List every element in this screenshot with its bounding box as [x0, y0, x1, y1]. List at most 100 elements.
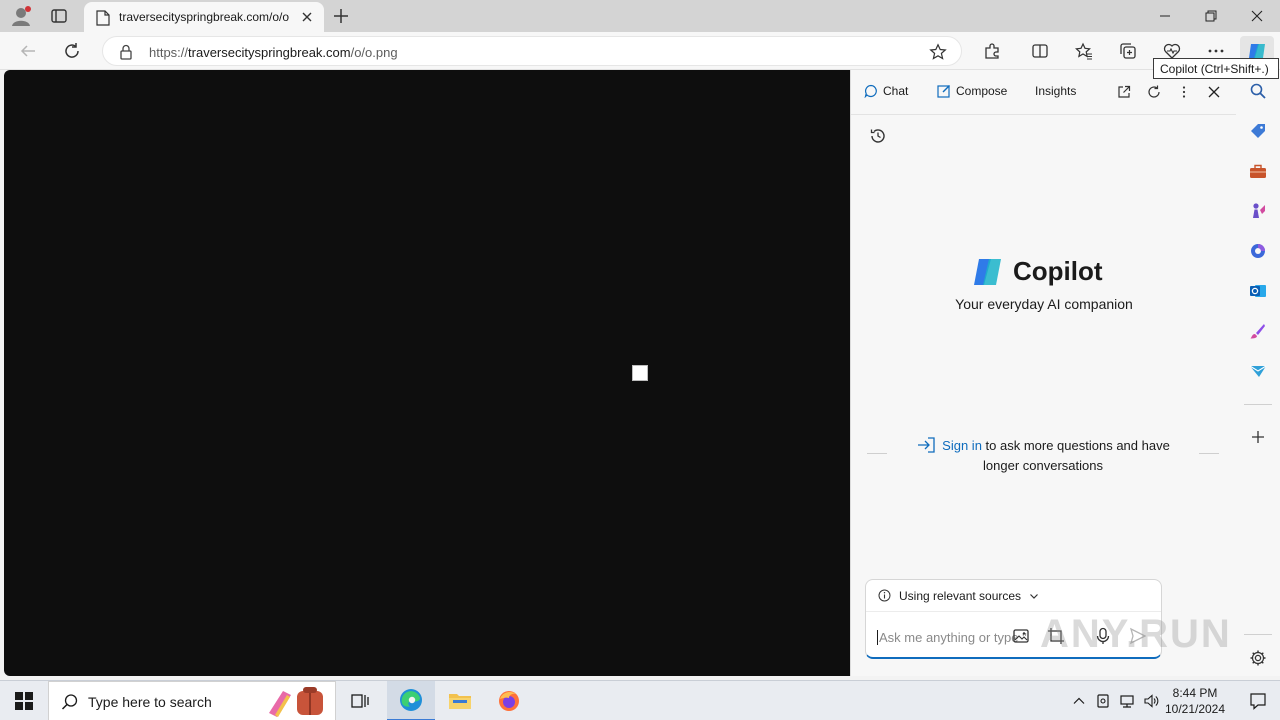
close-icon	[1251, 10, 1263, 22]
sidebar-shopping[interactable]	[1249, 122, 1267, 140]
add-image-button[interactable]	[1012, 626, 1032, 646]
tab-actions-button[interactable]	[50, 7, 68, 25]
collections-button[interactable]	[1118, 41, 1138, 61]
sidebar-microsoft-365[interactable]	[1249, 242, 1267, 260]
task-view-button[interactable]	[336, 681, 384, 720]
chat-bubble-icon	[864, 84, 877, 98]
tab-compose[interactable]: Compose	[937, 84, 1007, 98]
refresh-panel-button[interactable]	[1145, 83, 1163, 101]
sources-label: Using relevant sources	[899, 588, 1022, 603]
sidebar-outlook[interactable]	[1249, 282, 1267, 300]
sources-dropdown[interactable]: Using relevant sources	[866, 580, 1161, 612]
tray-volume[interactable]	[1142, 692, 1160, 710]
tab-title: traversecityspringbreak.com/o/o	[119, 10, 290, 24]
sidebar-games[interactable]	[1249, 202, 1267, 220]
sidebar-settings[interactable]	[1249, 649, 1267, 667]
taskbar-search-box[interactable]: Type here to search	[48, 681, 336, 720]
copilot-tagline: Your everyday AI companion	[955, 296, 1133, 312]
sign-in-link[interactable]: Sign in	[942, 438, 982, 453]
search-highlight-illustration-icon	[269, 687, 323, 717]
image-add-icon	[1013, 629, 1029, 643]
taskbar-edge[interactable]	[387, 681, 435, 720]
broken-image-icon	[632, 365, 648, 381]
refresh-icon	[1148, 85, 1160, 98]
chevron-up-icon	[1073, 697, 1085, 704]
address-bar[interactable]: https://traversecityspringbreak.com/o/o.…	[102, 36, 962, 66]
drop-send-icon	[1249, 365, 1267, 377]
sidebar-add[interactable]	[1249, 428, 1267, 446]
network-icon	[1120, 695, 1134, 708]
lock-icon[interactable]	[119, 44, 133, 60]
favorites-button[interactable]	[1074, 41, 1094, 61]
puzzle-icon	[985, 43, 999, 59]
close-window-button[interactable]	[1234, 0, 1280, 32]
external-link-icon	[1118, 85, 1131, 98]
sidebar-search[interactable]	[1249, 82, 1267, 100]
gear-icon	[1250, 650, 1266, 666]
tray-security[interactable]	[1094, 692, 1112, 710]
close-panel-button[interactable]	[1205, 83, 1223, 101]
favorites-icon	[1075, 42, 1092, 60]
microsoft-365-icon	[1251, 244, 1265, 258]
toolbox-icon	[1250, 164, 1266, 178]
show-hidden-icons-button[interactable]	[1070, 692, 1088, 710]
page-viewport	[4, 70, 850, 676]
taskbar-clock[interactable]: 8:44 PM 10/21/2024	[1162, 685, 1228, 717]
designer-brush-icon	[1250, 324, 1265, 339]
tab-actions-icon	[51, 9, 67, 23]
search-icon	[61, 694, 78, 710]
divider-right	[1199, 453, 1219, 454]
copilot-panel: Chat Compose Insights Copilot Your every…	[850, 70, 1237, 676]
signin-message: Sign in to ask more questions and have l…	[907, 436, 1179, 476]
refresh-button[interactable]	[62, 41, 82, 61]
taskbar-file-explorer[interactable]	[436, 681, 484, 720]
profile-avatar[interactable]	[10, 5, 32, 27]
tab-compose-label: Compose	[956, 84, 1008, 98]
browser-tab[interactable]: traversecityspringbreak.com/o/o	[84, 2, 324, 32]
restore-button[interactable]	[1188, 0, 1234, 32]
folder-icon	[449, 694, 471, 709]
copilot-tooltip: Copilot (Ctrl+Shift+.)	[1153, 58, 1279, 79]
extensions-button[interactable]	[982, 41, 1002, 61]
start-button[interactable]	[0, 681, 48, 720]
tab-chat[interactable]: Chat	[864, 84, 908, 98]
sidebar-divider-bottom	[1244, 634, 1272, 635]
tab-insights[interactable]: Insights	[1035, 84, 1076, 98]
copilot-title: Copilot	[1013, 256, 1103, 286]
back-button[interactable]	[18, 41, 38, 61]
taskbar-firefox[interactable]	[485, 681, 533, 720]
notifications-button[interactable]	[1236, 681, 1280, 720]
new-tab-icon[interactable]	[332, 7, 350, 25]
open-in-new-tab-button[interactable]	[1115, 83, 1133, 101]
browser-toolbar: https://traversecityspringbreak.com/o/o.…	[0, 32, 1280, 70]
chevron-down-icon	[1030, 593, 1038, 599]
minimize-button[interactable]	[1142, 0, 1188, 32]
clock-date: 10/21/2024	[1164, 702, 1226, 716]
signin-description: to ask more questions and have longer co…	[981, 438, 1170, 473]
split-screen-button[interactable]	[1030, 41, 1050, 61]
sidebar-tools[interactable]	[1249, 162, 1267, 180]
info-icon	[878, 589, 891, 602]
collections-icon	[1120, 43, 1136, 59]
split-screen-icon	[1032, 44, 1048, 58]
sign-in-icon	[918, 437, 935, 453]
firefox-icon	[499, 691, 519, 711]
sidebar-drop[interactable]	[1249, 362, 1267, 380]
outlook-icon	[1250, 285, 1266, 297]
compose-pencil-icon	[937, 85, 950, 98]
back-arrow-icon	[20, 45, 35, 57]
favorite-star-icon[interactable]	[929, 43, 947, 61]
sidebar-designer[interactable]	[1249, 322, 1267, 340]
task-view-icon	[351, 694, 369, 708]
close-icon	[1208, 86, 1220, 98]
divider-left	[867, 453, 887, 454]
history-icon[interactable]	[869, 127, 887, 145]
tab-strip: traversecityspringbreak.com/o/o	[0, 0, 1280, 32]
notification-speech-icon	[1250, 693, 1266, 710]
tray-network[interactable]	[1118, 692, 1136, 710]
chat-input[interactable]: Ask me anything or type "@" to	[877, 630, 1027, 645]
close-tab-icon[interactable]	[300, 10, 314, 24]
more-options-button[interactable]	[1175, 83, 1193, 101]
url-text: https://traversecityspringbreak.com/o/o.…	[149, 45, 398, 60]
watermark: ANY.RUN	[1040, 612, 1232, 656]
